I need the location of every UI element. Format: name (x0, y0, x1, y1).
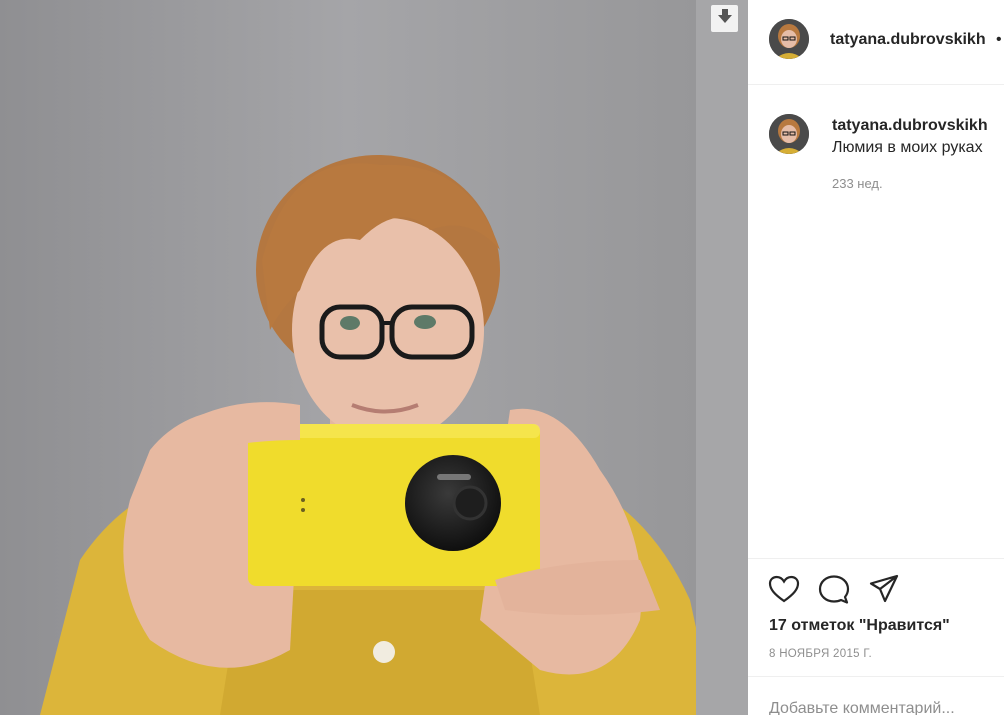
header-divider (748, 84, 1004, 85)
post-side-panel: tatyana.dubrovskikh • tatyana.dubrovskik… (748, 0, 1004, 715)
heart-icon[interactable] (768, 574, 800, 609)
photo-illustration (0, 0, 696, 715)
actions-divider (748, 558, 1004, 559)
caption-username[interactable]: tatyana.dubrovskikh (832, 117, 988, 135)
comment-input[interactable]: Добавьте комментарий... (769, 700, 955, 715)
download-arrow-icon (716, 7, 734, 30)
caption-text: Люмия в моих руках (832, 139, 983, 156)
post-photo[interactable] (0, 0, 696, 715)
post-date[interactable]: 8 НОЯБРЯ 2015 Г. (769, 648, 872, 660)
caption-age[interactable]: 233 нед. (832, 176, 883, 191)
header-dot: • (996, 31, 1002, 48)
avatar[interactable] (769, 19, 809, 59)
comment-divider (748, 676, 1004, 677)
photo-side-strip (696, 0, 748, 715)
likes-count[interactable]: 17 отметок "Нравится" (769, 617, 950, 635)
download-button[interactable] (711, 5, 738, 32)
header-username[interactable]: tatyana.dubrovskikh (830, 31, 986, 49)
speech-bubble-icon[interactable] (818, 574, 850, 611)
caption-avatar[interactable] (769, 114, 809, 154)
paper-plane-icon[interactable] (869, 574, 899, 609)
